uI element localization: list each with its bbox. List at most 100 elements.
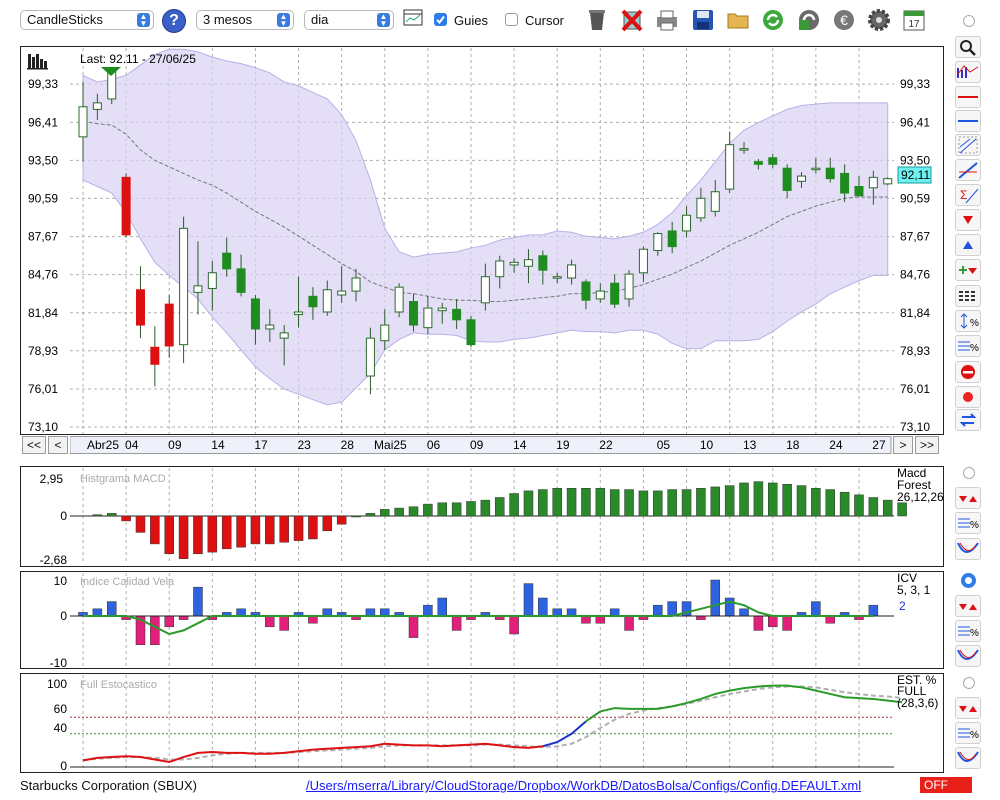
- grid-toggle-button[interactable]: [402, 6, 428, 34]
- range-select[interactable]: 3 mesos ▲ ▼: [196, 10, 294, 30]
- icv-bar: [552, 608, 562, 617]
- sum-button[interactable]: Σ: [955, 184, 981, 206]
- macd-bar: [423, 503, 433, 517]
- first-page-label: <<: [26, 438, 41, 452]
- icv-curve-button[interactable]: [955, 645, 981, 667]
- macd-curve-button[interactable]: [955, 538, 981, 560]
- zoom-button[interactable]: [955, 36, 981, 58]
- candle-body: [308, 295, 318, 308]
- percent-lines-icon: %: [958, 518, 979, 531]
- macd-bar: [408, 506, 419, 517]
- status-badge[interactable]: OFF: [920, 777, 972, 793]
- macd-bar: [595, 487, 606, 517]
- curve-icon: [957, 649, 979, 660]
- macd-bar: [638, 490, 649, 517]
- macd-title: Histgrama MACD: [80, 473, 166, 485]
- candle-body: [797, 175, 806, 182]
- macd-bar: [667, 489, 677, 517]
- horizontal-line-icon: [958, 96, 978, 98]
- macd-bar: [681, 489, 692, 517]
- candle-body: [394, 286, 404, 313]
- price-chart[interactable]: 99,33 99,33 96,41 96,41 93,50 93,50 90,59 90,59…: [20, 46, 944, 436]
- macd-bar: [538, 489, 548, 517]
- sell-signal-button[interactable]: [955, 209, 981, 231]
- interval-select[interactable]: dia ▲ ▼: [304, 10, 394, 30]
- panel-radio-main[interactable]: [963, 15, 975, 27]
- macd-panel[interactable]: Histgrama MACD 2,95 0 -2,68 Macd Forest …: [20, 466, 944, 567]
- delete-button[interactable]: [619, 6, 645, 34]
- percent-range-button[interactable]: %: [955, 310, 981, 332]
- stochastic-panel[interactable]: Full Estocastico 100 60 40 0 EST. % FULL…: [20, 673, 944, 773]
- sigma-icon: Σ: [960, 188, 979, 204]
- record-button[interactable]: [955, 386, 981, 408]
- percent-lines-icon: %: [958, 626, 979, 639]
- next-page-button[interactable]: >: [893, 436, 913, 454]
- stoch-percent-button[interactable]: %: [955, 722, 981, 744]
- guides-checkbox[interactable]: [434, 13, 447, 26]
- calendar-icon: 17: [903, 10, 925, 31]
- open-button[interactable]: [725, 6, 751, 34]
- svg-text:%: %: [970, 628, 979, 639]
- prev-page-button[interactable]: <: [48, 436, 68, 454]
- panel-radio-stoch[interactable]: [963, 677, 975, 689]
- help-button[interactable]: ?: [162, 9, 186, 33]
- hline-blue-button[interactable]: [955, 110, 981, 132]
- macd-bar: [796, 485, 807, 517]
- last-page-button[interactable]: >>: [915, 436, 939, 454]
- candle-body: [380, 324, 390, 342]
- macd-bar: [193, 515, 203, 555]
- panel-radio-macd[interactable]: [963, 467, 975, 479]
- panel-radio-icv[interactable]: [961, 573, 976, 588]
- macd-bar: [768, 482, 778, 517]
- macd-signals-button[interactable]: [955, 487, 981, 509]
- icv-bar: [696, 615, 706, 620]
- icv-bar: [566, 608, 577, 617]
- refresh-button[interactable]: [760, 6, 786, 34]
- icv-percent-button[interactable]: %: [955, 620, 981, 642]
- icv-signals-button[interactable]: [955, 595, 981, 617]
- icv-ytick-top: 10: [54, 574, 68, 588]
- first-page-button[interactable]: <<: [22, 436, 46, 454]
- export-icon: [799, 10, 819, 30]
- macd-bar: [351, 515, 361, 518]
- macd-bar: [581, 487, 591, 517]
- macd-percent-button[interactable]: %: [955, 512, 981, 534]
- candle-body: [495, 260, 505, 278]
- x-tick-label: 17: [254, 438, 268, 452]
- config-path-link[interactable]: /Users/mserra/Library/CloudStorage/Dropb…: [306, 778, 861, 793]
- percent-lines-button[interactable]: %: [955, 335, 981, 357]
- list-button[interactable]: [955, 285, 981, 307]
- icv-bar: [768, 615, 778, 628]
- signals-button[interactable]: [955, 259, 981, 281]
- cursor-checkbox[interactable]: [505, 13, 518, 26]
- svg-text:%: %: [970, 520, 979, 531]
- x-tick-label: 18: [786, 438, 800, 452]
- folder-icon: [727, 13, 749, 29]
- trash-button[interactable]: [584, 6, 610, 34]
- percent-lines-icon: %: [958, 341, 979, 354]
- indicator-button[interactable]: [955, 61, 981, 83]
- trendline-button[interactable]: [955, 159, 981, 181]
- icv-panel[interactable]: Indice Calidad Vela 10 0 -10 ICV 5, 3, 1…: [20, 571, 944, 669]
- hline-red-button[interactable]: [955, 86, 981, 108]
- candle-body: [811, 167, 821, 171]
- stoch-curve-button[interactable]: [955, 747, 981, 769]
- candle-body: [322, 289, 332, 313]
- stoch-ytick-60: 60: [54, 702, 68, 716]
- stoch-signals-button[interactable]: [955, 697, 981, 719]
- settings-button[interactable]: [866, 6, 892, 34]
- print-button[interactable]: [654, 6, 680, 34]
- save-button[interactable]: [690, 6, 716, 34]
- range-value: 3 mesos: [203, 12, 253, 27]
- chart-type-select[interactable]: CandleSticks ▲ ▼: [20, 10, 154, 30]
- channel-button[interactable]: [955, 134, 981, 156]
- buy-signal-button[interactable]: [955, 234, 981, 256]
- stop-button[interactable]: [955, 361, 981, 383]
- swap-button[interactable]: [955, 409, 981, 431]
- calendar-button[interactable]: 17: [901, 6, 927, 34]
- chart-type-value: CandleSticks: [27, 12, 103, 27]
- macd-bar: [451, 502, 462, 517]
- export-button[interactable]: [796, 6, 822, 34]
- candle-body: [782, 167, 792, 191]
- currency-button[interactable]: €: [831, 6, 857, 34]
